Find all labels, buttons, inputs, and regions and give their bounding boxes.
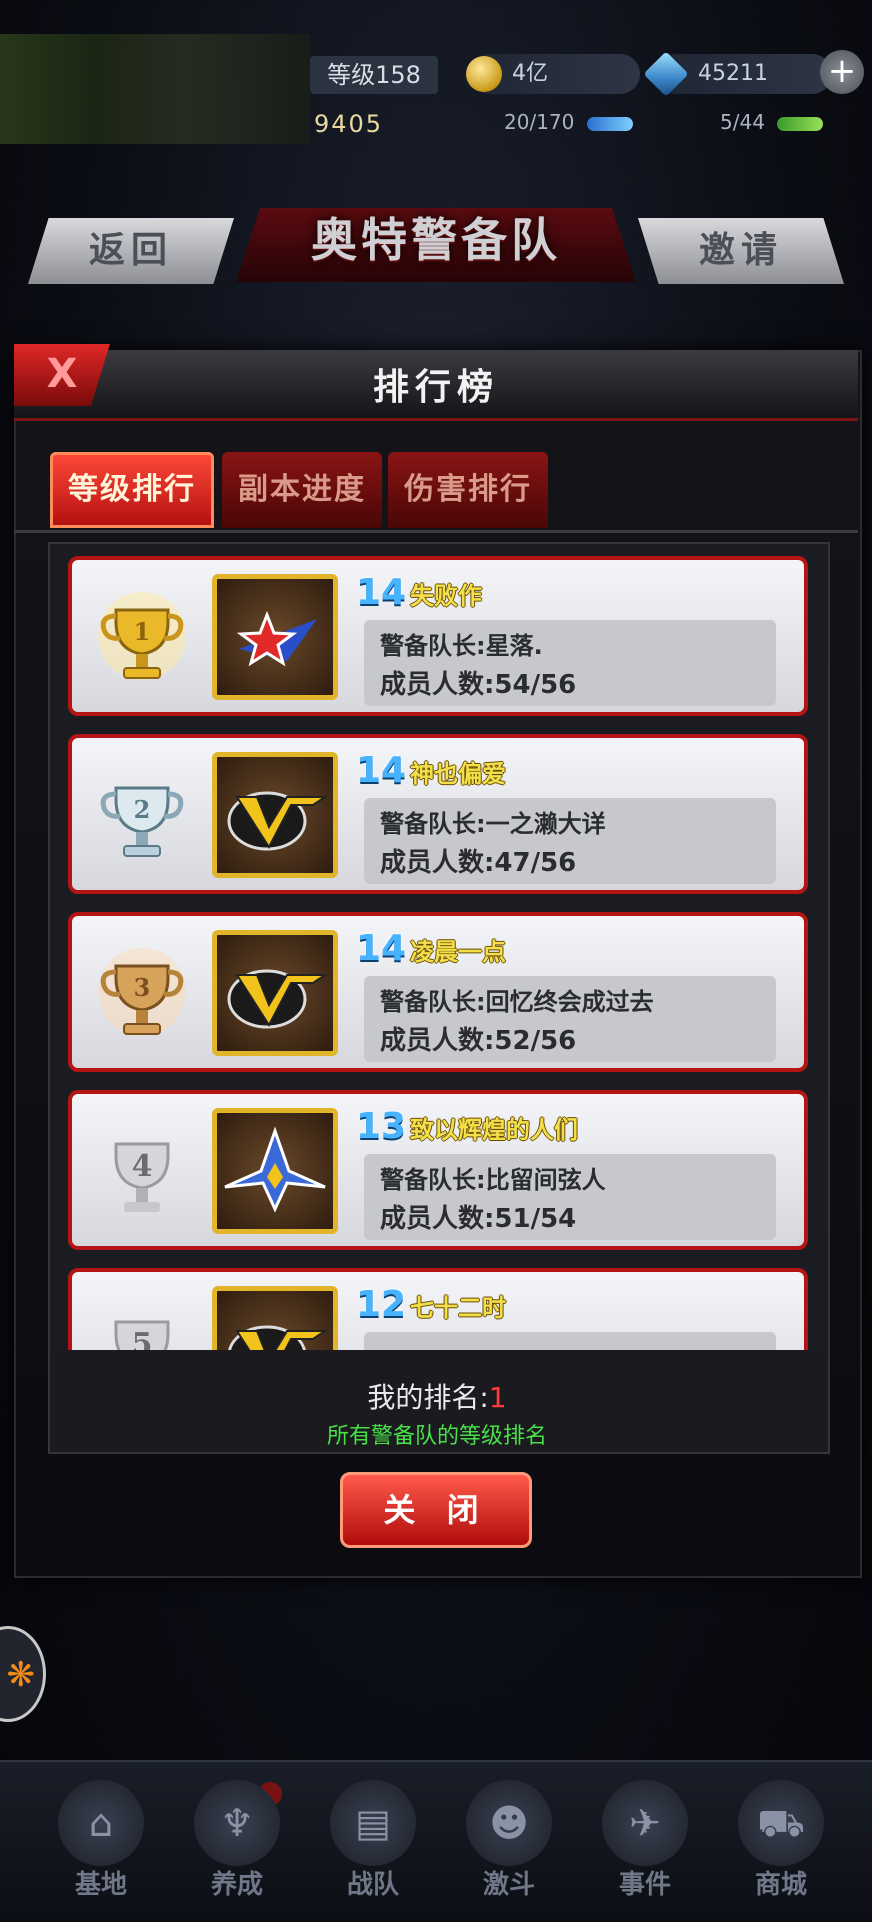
nav-label: 商城 xyxy=(754,1870,807,1900)
guild-emblem xyxy=(212,1108,338,1234)
my-rank: 我的排名:1 xyxy=(48,1376,826,1416)
guild-members: 成员人数:47/56 xyxy=(380,848,577,878)
v-emblem-icon xyxy=(227,1325,329,1352)
gem-counter: 45211 xyxy=(643,51,832,97)
player-power: 9405 xyxy=(314,110,384,138)
nav-battle[interactable]: ☻ 激斗 xyxy=(454,1780,564,1910)
rank-number: 2 xyxy=(134,795,151,824)
nav-training[interactable]: ♆ 养成 xyxy=(182,1780,292,1910)
bronze-trophy-icon: 3 xyxy=(98,948,186,1036)
nav-label: 基地 xyxy=(74,1870,127,1900)
nav-base[interactable]: ⌂ 基地 xyxy=(46,1780,156,1910)
guild-level: 12 xyxy=(356,1284,407,1325)
guild-emblem xyxy=(212,574,338,700)
close-button[interactable]: 关 闭 xyxy=(340,1472,532,1548)
guild-leader: 警备队长:回忆终会成过去 xyxy=(380,988,654,1016)
stamina-counter: 20/170 xyxy=(504,110,633,134)
ranking-row[interactable]: 1 14 失败作 警备队长:星落. 成员人数:54/56 xyxy=(68,556,808,716)
ranking-row[interactable]: 5 12 七十二时 xyxy=(68,1268,808,1352)
training-icon: ♆ xyxy=(194,1780,280,1866)
add-gems-button[interactable]: + xyxy=(820,50,864,94)
guild-members: 成员人数:52/56 xyxy=(380,1026,577,1056)
v-emblem-icon xyxy=(227,969,329,1029)
team-icon: ▤ xyxy=(330,1780,416,1866)
rank-number: 1 xyxy=(134,617,151,646)
coin-icon xyxy=(466,56,502,92)
guild-info-box: 警备队长:回忆终会成过去 成员人数:52/56 xyxy=(364,976,776,1062)
energy-value: 5/44 xyxy=(720,110,765,134)
guild-name: 致以辉煌的人们 xyxy=(410,1116,578,1144)
player-avatar[interactable] xyxy=(0,34,310,144)
stamina-icon xyxy=(586,116,633,131)
base-icon: ⌂ xyxy=(58,1780,144,1866)
guild-leader: 警备队长:星落. xyxy=(380,632,543,660)
ranking-list[interactable]: 1 14 失败作 警备队长:星落. 成员人数:54/56 2 14 神也偏爱 警… xyxy=(48,542,830,1354)
tab-divider xyxy=(14,530,858,533)
guild-name: 神也偏爱 xyxy=(410,760,506,788)
rank-number: 4 xyxy=(132,1149,153,1184)
guild-emblem xyxy=(212,752,338,878)
guild-name: 失败作 xyxy=(410,582,482,610)
guild-level: 14 xyxy=(356,928,407,969)
guild-level: 14 xyxy=(356,750,407,791)
page-title: 奥特警备队 xyxy=(311,213,561,267)
top-status-bar: 等级158 9405 4亿 45211 + 20/170 5/44 xyxy=(0,0,872,150)
guild-name: 凌晨一点 xyxy=(410,938,506,966)
tab-dungeon-progress[interactable]: 副本进度 xyxy=(222,452,382,528)
gem-icon xyxy=(643,51,689,97)
nav-label: 激斗 xyxy=(482,1870,535,1900)
stamina-value: 20/170 xyxy=(504,110,575,134)
paw-icon: ❋ xyxy=(6,1655,36,1695)
guild-info-box: 警备队长:比留间弦人 成员人数:51/54 xyxy=(364,1154,776,1240)
energy-counter: 5/44 xyxy=(720,110,824,134)
tab-damage-ranking[interactable]: 伤害排行 xyxy=(388,452,548,528)
gold-trophy-icon: 1 xyxy=(98,592,186,680)
tab-level-ranking[interactable]: 等级排行 xyxy=(50,452,214,528)
my-rank-label: 我的排名: xyxy=(367,1381,489,1414)
guild-emblem xyxy=(212,1286,338,1352)
my-rank-value: 1 xyxy=(488,1381,507,1414)
gray-trophy-icon: 4 xyxy=(114,1142,170,1212)
gray-trophy-icon: 5 xyxy=(114,1320,170,1352)
gem-value: 45211 xyxy=(698,61,768,86)
guild-level: 13 xyxy=(356,1106,407,1147)
ranking-row[interactable]: 3 14 凌晨一点 警备队长:回忆终会成过去 成员人数:52/56 xyxy=(68,912,808,1072)
jet-emblem-icon xyxy=(224,1126,326,1213)
nav-label: 战队 xyxy=(346,1870,399,1900)
player-level: 等级158 xyxy=(310,56,438,94)
v-emblem-icon xyxy=(227,791,329,851)
battle-icon: ☻ xyxy=(466,1780,552,1866)
energy-icon xyxy=(777,116,824,131)
rank-number: 3 xyxy=(134,973,151,1002)
invite-button[interactable]: 邀请 xyxy=(638,218,844,284)
silver-trophy-icon: 2 xyxy=(100,786,184,857)
nav-label: 养成 xyxy=(210,1870,263,1900)
shop-icon: ⛟ xyxy=(738,1780,824,1866)
nav-label: 事件 xyxy=(618,1870,671,1900)
guild-leader: 警备队长:一之濑大详 xyxy=(380,810,606,838)
guild-members: 成员人数:51/54 xyxy=(380,1204,577,1234)
coin-value: 4亿 xyxy=(512,61,548,86)
guild-level: 14 xyxy=(356,572,407,613)
back-button[interactable]: 返回 xyxy=(28,218,234,284)
guild-name: 七十二时 xyxy=(410,1294,506,1322)
ranking-row[interactable]: 2 14 神也偏爱 警备队长:一之濑大详 成员人数:47/56 xyxy=(68,734,808,894)
nav-event[interactable]: ✈ 事件 xyxy=(590,1780,700,1910)
event-icon: ✈ xyxy=(602,1780,688,1866)
nav-shop[interactable]: ⛟ 商城 xyxy=(726,1780,836,1910)
guild-members: 成员人数:54/56 xyxy=(380,670,577,700)
panel-title: 排行榜 xyxy=(372,367,499,408)
guild-info-box: 警备队长:星落. 成员人数:54/56 xyxy=(364,620,776,706)
side-event-badge[interactable]: ❋ xyxy=(0,1626,46,1722)
guild-emblem xyxy=(212,930,338,1056)
guild-leader: 警备队长:比留间弦人 xyxy=(380,1166,606,1194)
rank-description: 所有警备队的等级排名 xyxy=(326,1424,547,1449)
nav-team[interactable]: ▤ 战队 xyxy=(318,1780,428,1910)
ranking-row[interactable]: 4 13 致以辉煌的人们 警备队长:比留间弦人 成员人数:51/54 xyxy=(68,1090,808,1250)
guild-info-box: 警备队长:一之濑大详 成员人数:47/56 xyxy=(364,798,776,884)
coin-counter: 4亿 xyxy=(466,54,640,94)
star-emblem-icon xyxy=(236,610,317,667)
